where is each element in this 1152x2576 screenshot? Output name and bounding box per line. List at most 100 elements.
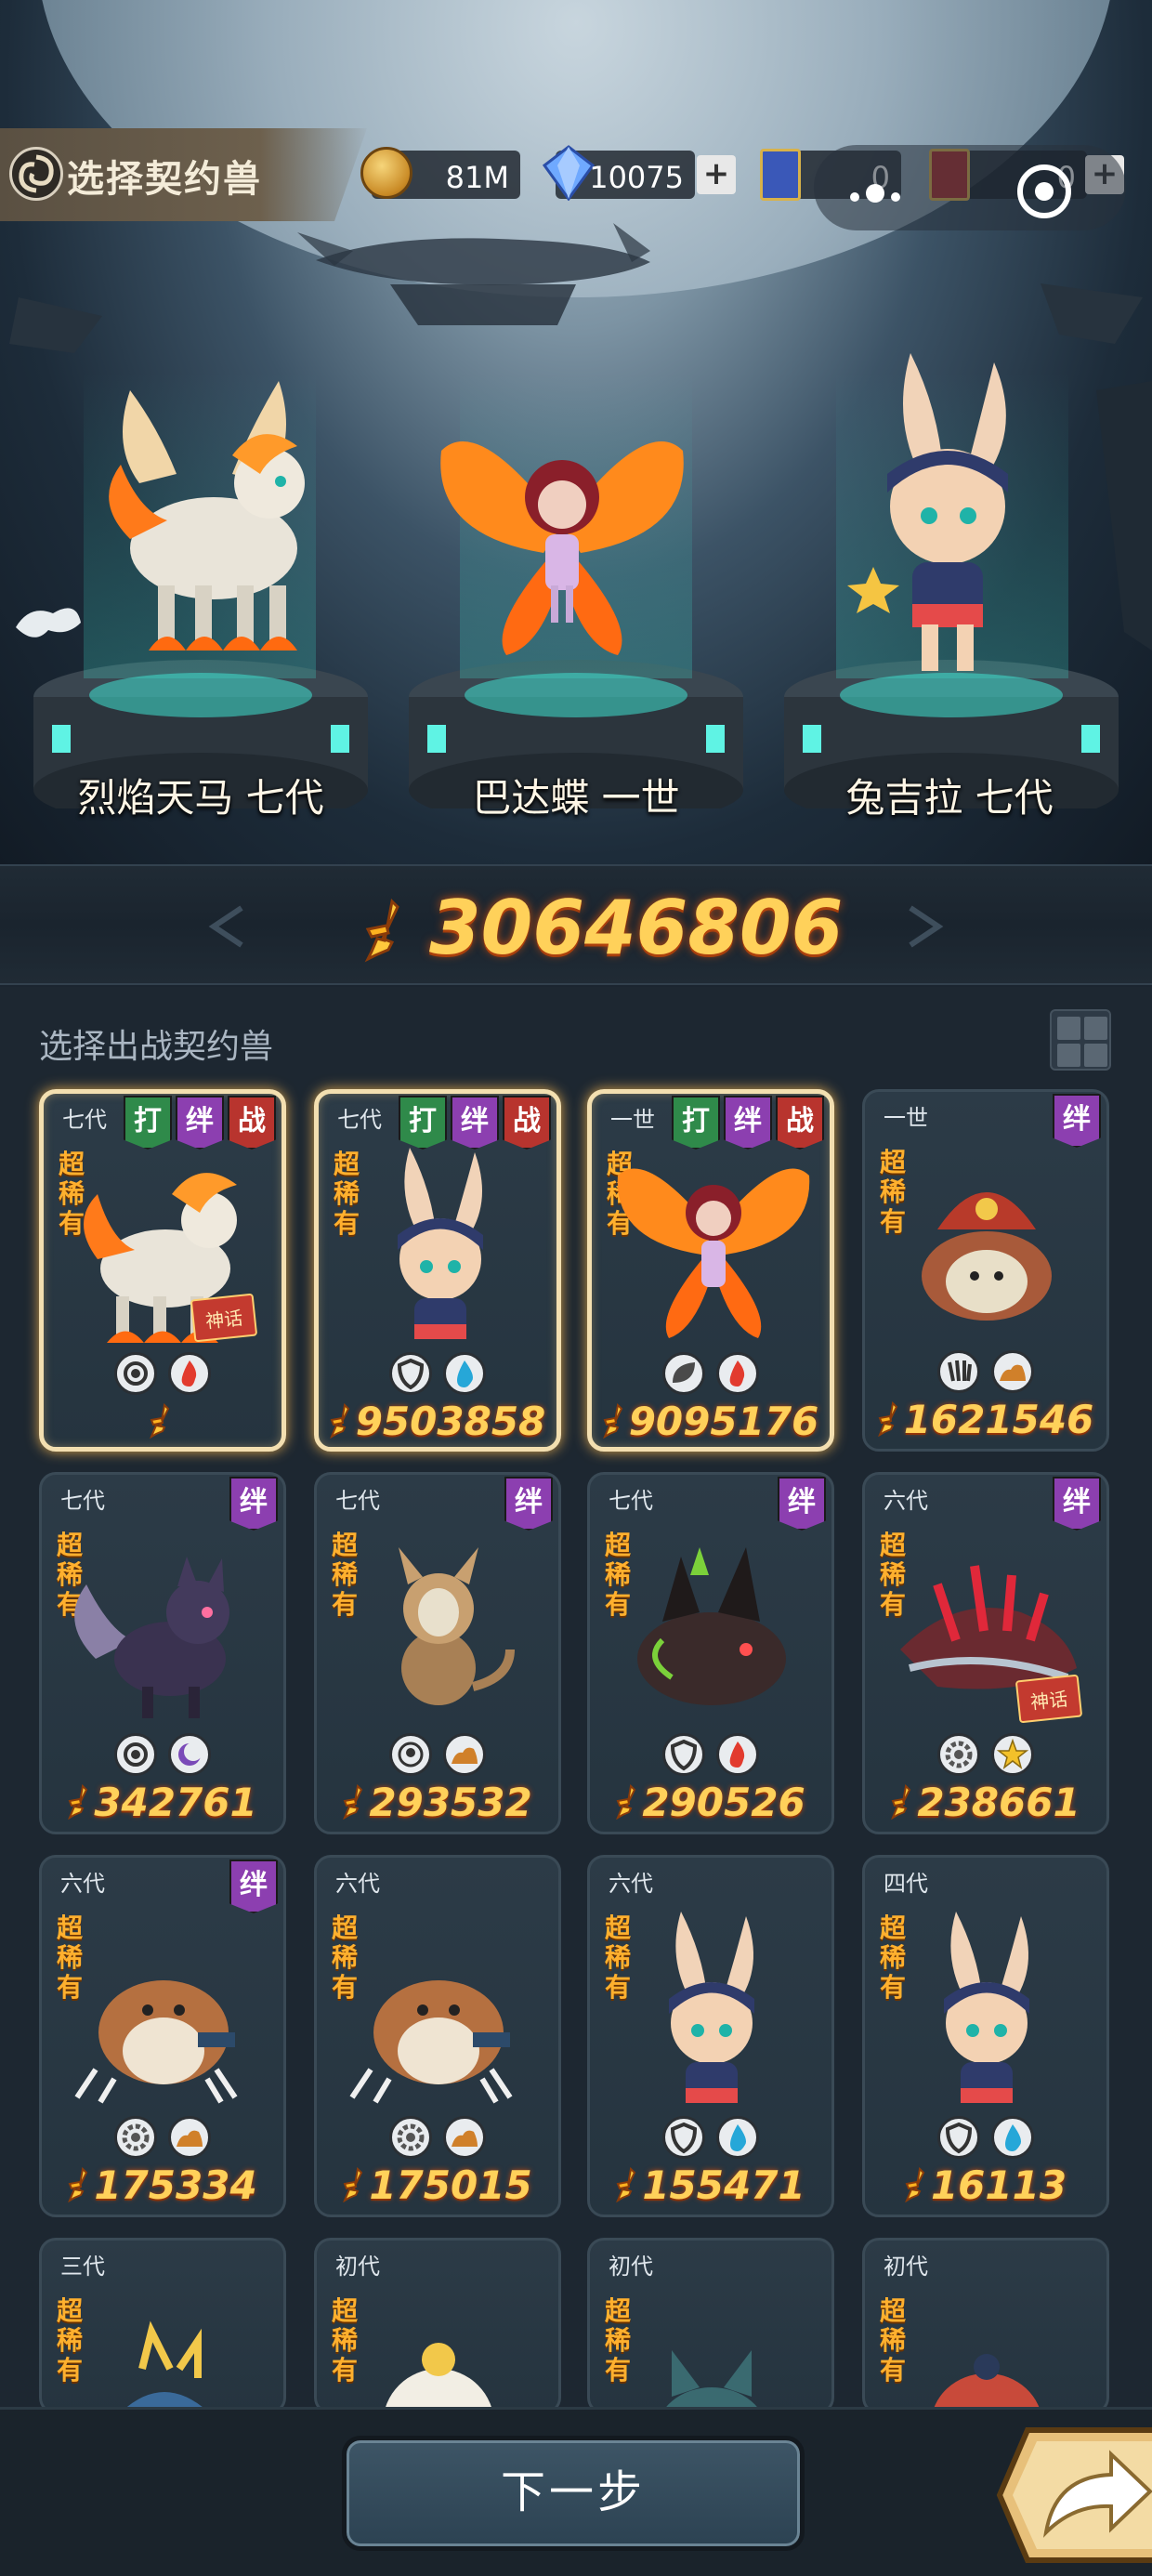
power-sword-icon: [616, 1784, 636, 1820]
element-badges: [590, 1733, 831, 1776]
creature-card[interactable]: 七代 超稀有绊 342761: [39, 1472, 286, 1834]
mole-beast-portrait: [74, 1980, 238, 2104]
creature-card[interactable]: 七代超稀有打绊战神话12047772: [39, 1089, 286, 1452]
card-tags: 绊: [1053, 1094, 1101, 1148]
arrow-right-deco: [909, 905, 944, 948]
dark-boar-portrait: [637, 1547, 786, 1705]
add-diamond-button[interactable]: +: [697, 155, 736, 194]
fire-icon: [716, 1733, 759, 1776]
card-power: 12047772: [44, 1399, 281, 1447]
next-step-button[interactable]: 下一步: [342, 2436, 805, 2551]
creature-card[interactable]: 六代 超稀有绊 175334: [39, 1855, 286, 2217]
card-power-value: 290526: [642, 1780, 805, 1825]
total-power-value: 30646806: [429, 885, 844, 971]
power-sword-icon: [877, 1401, 897, 1437]
card-power: 9095176: [592, 1399, 830, 1444]
element-badges: [592, 1352, 830, 1395]
card-tags: 绊: [229, 1477, 278, 1531]
fluffy-sheep-portrait: [384, 2343, 493, 2412]
card-power-value: 155471: [642, 2162, 805, 2208]
element-badges: [42, 2116, 283, 2159]
card-generation-label: 四代: [884, 1871, 928, 1897]
creature-card[interactable]: 三代 超稀有: [39, 2238, 286, 2414]
creature-card[interactable]: 七代 超稀有打绊战 9503858: [314, 1089, 561, 1452]
power-sword-icon: [329, 1403, 349, 1439]
teal-cat-portrait: [662, 2350, 761, 2412]
card-tags: 绊: [778, 1477, 826, 1531]
water-drop-icon: [991, 2116, 1034, 2159]
card-generation-label: 一世: [884, 1105, 928, 1131]
card-power: 175015: [317, 2162, 558, 2208]
creature-card[interactable]: 四代 超稀有 16113: [862, 1855, 1109, 2217]
earth-icon: [991, 1350, 1034, 1393]
swirl-cloud-icon: [16, 608, 81, 637]
card-generation-label: 七代: [609, 1488, 653, 1514]
gear-icon: [937, 1733, 980, 1776]
creature-card[interactable]: 六代 超稀有 155471: [587, 1855, 834, 2217]
card-generation-label: 七代: [337, 1107, 382, 1133]
tag-bond: 绊: [229, 1860, 278, 1913]
section-title: 选择出战契约兽: [39, 1028, 274, 1066]
element-badges: [865, 1733, 1106, 1776]
creature-card[interactable]: 一世超稀有打绊战9095176: [587, 1089, 834, 1452]
return-arrow-button[interactable]: [990, 2421, 1152, 2569]
card-generation-label: 六代: [884, 1488, 928, 1514]
fire-icon: [168, 1352, 211, 1395]
power-sword-icon: [905, 2167, 925, 2202]
tag-hit: 打: [672, 1096, 720, 1150]
shadow-fox-portrait: [74, 1557, 229, 1718]
card-generation-label: 七代: [62, 1107, 107, 1133]
pedestal-name-center: 巴达蝶 一世: [472, 775, 680, 821]
creature-card[interactable]: 六代 超稀有 175015: [314, 1855, 561, 2217]
element-badges: [317, 1733, 558, 1776]
creature-card[interactable]: 初代 超稀有: [862, 2238, 1109, 2414]
diamond-counter: 10075: [543, 145, 695, 201]
flame-pegasus-sprite[interactable]: [74, 372, 344, 678]
bunny-girl-sprite[interactable]: [808, 335, 1087, 688]
shield-icon: [389, 1352, 432, 1395]
element-badges: [319, 1352, 556, 1395]
element-badges: [865, 1350, 1106, 1393]
card-generation-label: 六代: [609, 1871, 653, 1897]
card-power: 293532: [317, 1780, 558, 1825]
creature-card[interactable]: 一世 超稀有绊 1621546: [862, 1089, 1109, 1452]
water-drop-icon: [716, 2116, 759, 2159]
tag-bond: 绊: [451, 1096, 499, 1150]
card-tags: 绊: [1053, 1477, 1101, 1531]
card-power: 238661: [865, 1780, 1106, 1825]
floating-assistant-button[interactable]: [814, 145, 1126, 230]
creature-card[interactable]: 初代 超稀有: [587, 2238, 834, 2414]
card-power: 175334: [42, 2162, 283, 2208]
creature-list-panel: 选择出战契约兽 七代超稀有打绊战神话12047772七代超稀有打绊战950385…: [0, 987, 1152, 2414]
diamond-icon: [543, 145, 595, 201]
creature-card[interactable]: 初代 超稀有: [314, 2238, 561, 2414]
star-icon: [991, 1733, 1034, 1776]
shield-icon: [662, 1733, 705, 1776]
tag-bond: 绊: [724, 1096, 772, 1150]
shield-icon: [937, 2116, 980, 2159]
earth-icon: [168, 2116, 211, 2159]
gold-coin-icon: [360, 147, 412, 199]
eye-icon: [114, 1733, 157, 1776]
spirit-icon: [389, 1733, 432, 1776]
card-tags: 绊: [504, 1477, 553, 1531]
creature-card[interactable]: 七代 超稀有绊 290526: [587, 1472, 834, 1834]
grid-view-toggle[interactable]: [1050, 1009, 1111, 1071]
power-sword-icon: [68, 2167, 88, 2202]
element-badges: [865, 2116, 1106, 2159]
fire-butterfly-sprite[interactable]: [423, 395, 701, 674]
creature-card[interactable]: 六代 超稀有绊神话 238661: [862, 1472, 1109, 1834]
gear-icon: [389, 2116, 432, 2159]
creature-card[interactable]: 七代 超稀有绊 293532: [314, 1472, 561, 1834]
element-badges: [317, 2116, 558, 2159]
shield-icon: [662, 2116, 705, 2159]
card-power: 342761: [42, 1780, 283, 1825]
top-bar: 选择契约兽 81M 10075 + 0 0 +: [0, 128, 1152, 230]
card-power-value: 175015: [369, 2162, 532, 2208]
card-generation-label: 七代: [335, 1488, 380, 1514]
gold-value: 81M: [445, 160, 509, 195]
card-power: 9503858: [319, 1399, 556, 1444]
power-sword-icon: [150, 1403, 170, 1439]
bottom-bar: 下一步: [0, 2407, 1152, 2576]
tag-bond: 绊: [1053, 1094, 1101, 1148]
